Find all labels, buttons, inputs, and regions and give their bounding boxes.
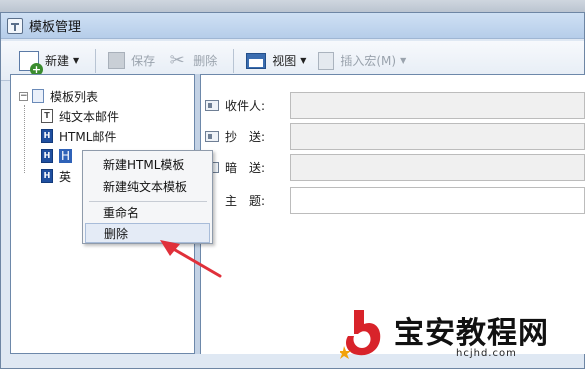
tree-item-label: HTML邮件 (59, 129, 117, 144)
tree-root-label: 模板列表 (50, 89, 99, 104)
subject-label: 主 题: (225, 193, 266, 208)
watermark-url: hcjhd.com (456, 348, 517, 359)
insert-macro-label: 插入宏(M) (340, 54, 397, 68)
view-label: 视图 (272, 54, 297, 68)
menu-separator (89, 201, 207, 202)
contact-card-icon[interactable] (205, 130, 219, 142)
subject-field[interactable] (290, 187, 585, 214)
watermark: 宝安教程网 hcjhd.com (336, 300, 585, 369)
collapse-icon[interactable]: − (19, 91, 28, 101)
new-label: 新建 (45, 54, 70, 68)
insert-macro-caret-icon[interactable]: ▼ (400, 56, 406, 65)
context-menu: 新建HTML模板 新建纯文本模板 重命名 删除 (82, 150, 213, 244)
menu-item-rename[interactable]: 重命名 (85, 203, 210, 223)
tree-item[interactable]: H HTML邮件 (41, 127, 116, 145)
bcc-field[interactable] (290, 154, 585, 181)
delete-button[interactable]: ✂ 删除 (163, 47, 221, 75)
tree-connector (24, 105, 25, 173)
macro-icon (318, 51, 335, 70)
cc-field[interactable] (290, 123, 585, 150)
tree-item-label: 英 (59, 169, 72, 184)
new-dropdown-caret-icon[interactable]: ▼ (73, 56, 79, 65)
bcc-row: 暗 送: (205, 153, 285, 181)
tree-item[interactable]: H 英 (41, 167, 71, 185)
insert-macro-button[interactable]: 插入宏(M) ▼ (314, 47, 410, 75)
watermark-brand: 宝安教程网 (394, 316, 549, 351)
scissors-delete-icon: ✂ (169, 49, 185, 71)
to-label: 收件人: (225, 98, 266, 113)
menu-item-delete[interactable]: 删除 (85, 223, 210, 243)
window-title: 模板管理 (29, 20, 82, 35)
html-template-icon: H (41, 129, 53, 143)
tree-item-label: 纯文本邮件 (59, 109, 120, 124)
view-dropdown-caret-icon[interactable]: ▼ (300, 56, 306, 65)
cc-row: 抄 送: (205, 122, 285, 150)
new-icon (19, 50, 43, 76)
title-bar: 模板管理 (1, 13, 584, 39)
template-list-icon (32, 89, 44, 103)
delete-label: 删除 (193, 54, 218, 68)
save-label: 保存 (131, 54, 156, 68)
tree-item[interactable]: T 纯文本邮件 (41, 107, 119, 125)
toolbar-separator (233, 48, 235, 73)
html-template-icon: H (41, 169, 53, 183)
new-button[interactable]: 新建 ▼ (15, 47, 83, 76)
save-icon (108, 52, 126, 69)
contact-card-icon[interactable] (205, 99, 219, 111)
cc-label: 抄 送: (225, 129, 266, 144)
menu-item-new-html-template[interactable]: 新建HTML模板 (85, 155, 210, 175)
html-template-icon: H (41, 149, 53, 163)
tree-root[interactable]: − 模板列表 (19, 87, 98, 105)
bcc-label: 暗 送: (225, 160, 266, 175)
toolbar-separator (95, 48, 97, 73)
to-row: 收件人: (205, 91, 285, 119)
menu-item-new-text-template[interactable]: 新建纯文本模板 (85, 177, 210, 197)
text-template-icon: T (41, 109, 53, 123)
tree-item-label: H (59, 149, 73, 163)
save-button[interactable]: 保存 (104, 47, 159, 75)
tree-item-selected[interactable]: H H (41, 147, 73, 165)
view-button[interactable]: 视图 ▼ (242, 47, 310, 75)
to-field[interactable] (290, 92, 585, 119)
subject-row: 主 题: (225, 186, 285, 214)
view-icon (246, 52, 267, 69)
template-app-icon (7, 17, 23, 34)
brand-logo-icon (340, 310, 381, 359)
